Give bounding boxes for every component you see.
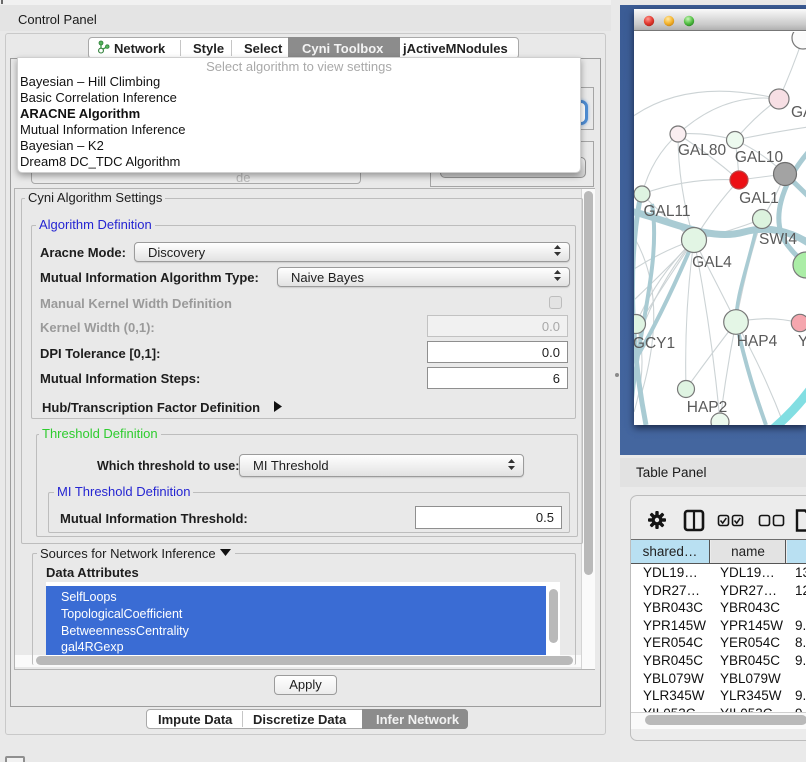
svg-text:GAL11: GAL11 bbox=[643, 203, 690, 220]
svg-text:SWI4: SWI4 bbox=[759, 231, 797, 248]
svg-text:GAL1: GAL1 bbox=[739, 190, 779, 207]
svg-text:GAL80: GAL80 bbox=[678, 142, 727, 159]
svg-text:GAL7: GAL7 bbox=[791, 104, 806, 121]
svg-text:GAL10: GAL10 bbox=[735, 149, 784, 166]
svg-text:HAP2: HAP2 bbox=[687, 399, 728, 416]
svg-text:HAP4: HAP4 bbox=[737, 333, 778, 350]
svg-text:GAL4: GAL4 bbox=[692, 254, 732, 271]
svg-text:Y: Y bbox=[798, 333, 806, 350]
svg-text:GCY1: GCY1 bbox=[634, 335, 675, 352]
